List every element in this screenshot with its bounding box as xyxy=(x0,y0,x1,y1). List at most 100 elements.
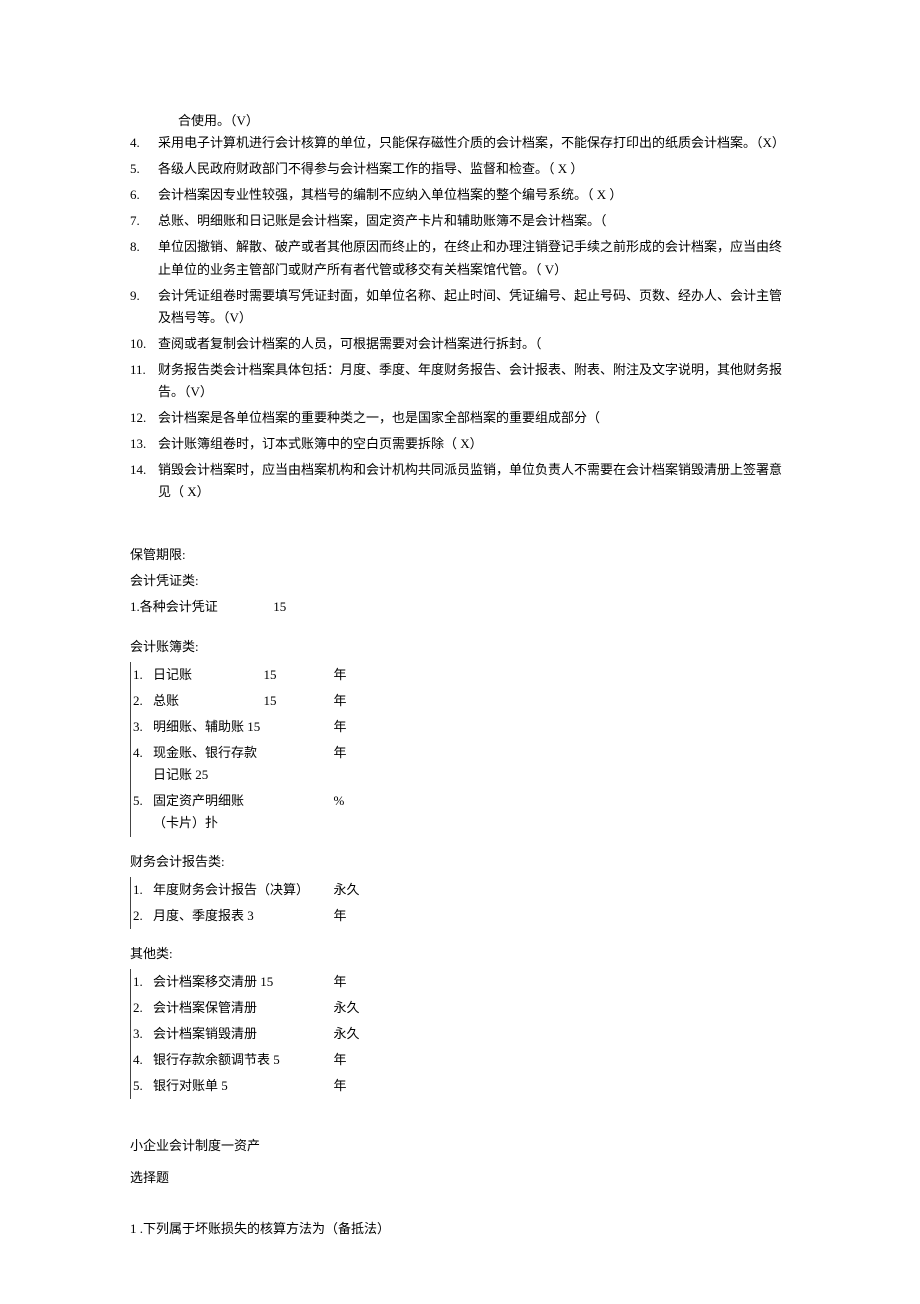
row-unit: 年 xyxy=(334,688,374,714)
row-number: 1. xyxy=(131,877,154,903)
section-title: 小企业会计制度一资产 xyxy=(130,1135,790,1157)
question-text: 会计账簿组卷时，订本式账簿中的空白页需要拆除（ X） xyxy=(158,433,790,455)
question-text: 会计档案因专业性较强，其档号的编制不应纳入单位档案的整个编号系统。（ X ） xyxy=(158,184,790,206)
question-number: 6. xyxy=(130,184,158,206)
true-false-list: 4.采用电子计算机进行会计核算的单位，只能保存磁性介质的会计档案，不能保存打印出… xyxy=(130,132,790,503)
row-name: 日记账 xyxy=(153,662,264,688)
question-item: 10.查阅或者复制会计档案的人员，可根据需要对会计档案进行拆封。（ xyxy=(130,333,790,355)
table-row: 5.固定资产明细账（卡片）扑% xyxy=(131,788,374,836)
table-row: 1.日记账15年 xyxy=(131,662,374,688)
voucher-label: 1.各种会计凭证 xyxy=(130,596,270,618)
row-name: 总账 xyxy=(153,688,264,714)
question-item: 12.会计档案是各单位档案的重要种类之一，也是国家全部档案的重要组成部分（ xyxy=(130,407,790,429)
question-text: 财务报告类会计档案具体包括：月度、季度、年度财务报告、会计报表、附表、附注及文字… xyxy=(158,359,790,403)
row-unit: 年 xyxy=(334,1047,374,1073)
row-unit: 永久 xyxy=(334,995,374,1021)
row-name: 会计档案移交清册 15 xyxy=(153,969,334,995)
question-item: 9.会计凭证组卷时需要填写凭证封面，如单位名称、起止时间、凭证编号、起止号码、页… xyxy=(130,285,790,329)
row-value: 15 xyxy=(264,688,334,714)
table-row: 1.年度财务会计报告（决算）永久 xyxy=(131,877,374,903)
ledger-table: 1.日记账15年2.总账15年3.明细账、辅助账 15年4.现金账、银行存款日记… xyxy=(130,662,374,837)
question-item: 7.总账、明细账和日记账是会计档案，固定资产卡片和辅助账簿不是会计档案。（ xyxy=(130,210,790,232)
table-row: 2.会计档案保管清册永久 xyxy=(131,995,374,1021)
row-number: 3. xyxy=(131,1021,154,1047)
row-unit: % xyxy=(334,788,374,836)
question-item: 6.会计档案因专业性较强，其档号的编制不应纳入单位档案的整个编号系统。（ X ） xyxy=(130,184,790,206)
row-name: 固定资产明细账（卡片）扑 xyxy=(153,788,264,836)
table-row: 2.总账15年 xyxy=(131,688,374,714)
row-number: 2. xyxy=(131,995,154,1021)
row-number: 3. xyxy=(131,714,154,740)
question-item: 14.销毁会计档案时，应当由档案机构和会计机构共同派员监销，单位负责人不需要在会… xyxy=(130,459,790,503)
row-number: 1. xyxy=(131,969,154,995)
question-number: 13. xyxy=(130,433,158,455)
row-name: 明细账、辅助账 15 xyxy=(153,714,264,740)
question-item: 8.单位因撤销、解散、破产或者其他原因而终止的，在终止和办理注销登记手续之前形成… xyxy=(130,236,790,280)
continuation-text: 合使用。（V） xyxy=(178,110,790,132)
row-value xyxy=(264,714,334,740)
question-number: 5. xyxy=(130,158,158,180)
row-name: 年度财务会计报告（决算） xyxy=(153,877,334,903)
question-text: 查阅或者复制会计档案的人员，可根据需要对会计档案进行拆封。（ xyxy=(158,333,790,355)
question-number: 7. xyxy=(130,210,158,232)
row-value xyxy=(264,740,334,788)
row-number: 5. xyxy=(131,1073,154,1099)
question-text: 销毁会计档案时，应当由档案机构和会计机构共同派员监销，单位负责人不需要在会计档案… xyxy=(158,459,790,503)
row-number: 2. xyxy=(131,688,154,714)
other-category-header: 其他类: xyxy=(130,943,790,965)
row-name: 会计档案销毁清册 xyxy=(153,1021,334,1047)
table-row: 4.现金账、银行存款日记账 25 年 xyxy=(131,740,374,788)
question-number: 10. xyxy=(130,333,158,355)
table-row: 2.月度、季度报表 3年 xyxy=(131,903,374,929)
row-unit: 年 xyxy=(334,662,374,688)
table-row: 1.会计档案移交清册 15年 xyxy=(131,969,374,995)
row-number: 5. xyxy=(131,788,154,836)
row-value: 15 xyxy=(264,662,334,688)
row-unit: 永久 xyxy=(334,877,374,903)
row-value xyxy=(264,788,334,836)
retention-header: 保管期限: xyxy=(130,544,790,566)
row-number: 2. xyxy=(131,903,154,929)
row-name: 月度、季度报表 3 xyxy=(153,903,334,929)
row-name: 会计档案保管清册 xyxy=(153,995,334,1021)
choice-question-1: 1 .下列属于坏账损失的核算方法为（备抵法） xyxy=(130,1218,790,1240)
question-number: 11. xyxy=(130,359,158,403)
row-name: 现金账、银行存款日记账 25 xyxy=(153,740,264,788)
row-name: 银行对账单 5 xyxy=(153,1073,334,1099)
table-row: 4.银行存款余额调节表 5年 xyxy=(131,1047,374,1073)
question-text: 会计档案是各单位档案的重要种类之一，也是国家全部档案的重要组成部分（ xyxy=(158,407,790,429)
ledger-category-header: 会计账簿类: xyxy=(130,636,790,658)
row-number: 4. xyxy=(131,1047,154,1073)
report-table: 1.年度财务会计报告（决算）永久2.月度、季度报表 3年 xyxy=(130,877,374,929)
question-number: 12. xyxy=(130,407,158,429)
row-unit: 年 xyxy=(334,1073,374,1099)
question-text: 各级人民政府财政部门不得参与会计档案工作的指导、监督和检查。（ X ） xyxy=(158,158,790,180)
voucher-category-header: 会计凭证类: xyxy=(130,570,790,592)
question-item: 5.各级人民政府财政部门不得参与会计档案工作的指导、监督和检查。（ X ） xyxy=(130,158,790,180)
row-number: 1. xyxy=(131,662,154,688)
question-item: 4.采用电子计算机进行会计核算的单位，只能保存磁性介质的会计档案，不能保存打印出… xyxy=(130,132,790,154)
voucher-line: 1.各种会计凭证 15 xyxy=(130,596,790,618)
row-number: 4. xyxy=(131,740,154,788)
question-number: 9. xyxy=(130,285,158,329)
question-text: 总账、明细账和日记账是会计档案，固定资产卡片和辅助账簿不是会计档案。（ xyxy=(158,210,790,232)
question-text: 采用电子计算机进行会计核算的单位，只能保存磁性介质的会计档案，不能保存打印出的纸… xyxy=(158,132,790,154)
voucher-value: 15 xyxy=(273,599,286,614)
report-category-header: 财务会计报告类: xyxy=(130,851,790,873)
row-unit: 年 xyxy=(334,740,374,788)
row-name: 银行存款余额调节表 5 xyxy=(153,1047,334,1073)
question-item: 11.财务报告类会计档案具体包括：月度、季度、年度财务报告、会计报表、附表、附注… xyxy=(130,359,790,403)
question-number: 4. xyxy=(130,132,158,154)
question-text: 单位因撤销、解散、破产或者其他原因而终止的，在终止和办理注销登记手续之前形成的会… xyxy=(158,236,790,280)
table-row: 5.银行对账单 5年 xyxy=(131,1073,374,1099)
row-unit: 永久 xyxy=(334,1021,374,1047)
other-table: 1.会计档案移交清册 15年2.会计档案保管清册永久3.会计档案销毁清册永久4.… xyxy=(130,969,374,1099)
question-text: 会计凭证组卷时需要填写凭证封面，如单位名称、起止时间、凭证编号、起止号码、页数、… xyxy=(158,285,790,329)
row-unit: 年 xyxy=(334,714,374,740)
question-number: 8. xyxy=(130,236,158,280)
row-unit: 年 xyxy=(334,903,374,929)
question-item: 13.会计账簿组卷时，订本式账簿中的空白页需要拆除（ X） xyxy=(130,433,790,455)
section-subtitle: 选择题 xyxy=(130,1167,790,1189)
table-row: 3.明细账、辅助账 15 年 xyxy=(131,714,374,740)
question-number: 14. xyxy=(130,459,158,503)
